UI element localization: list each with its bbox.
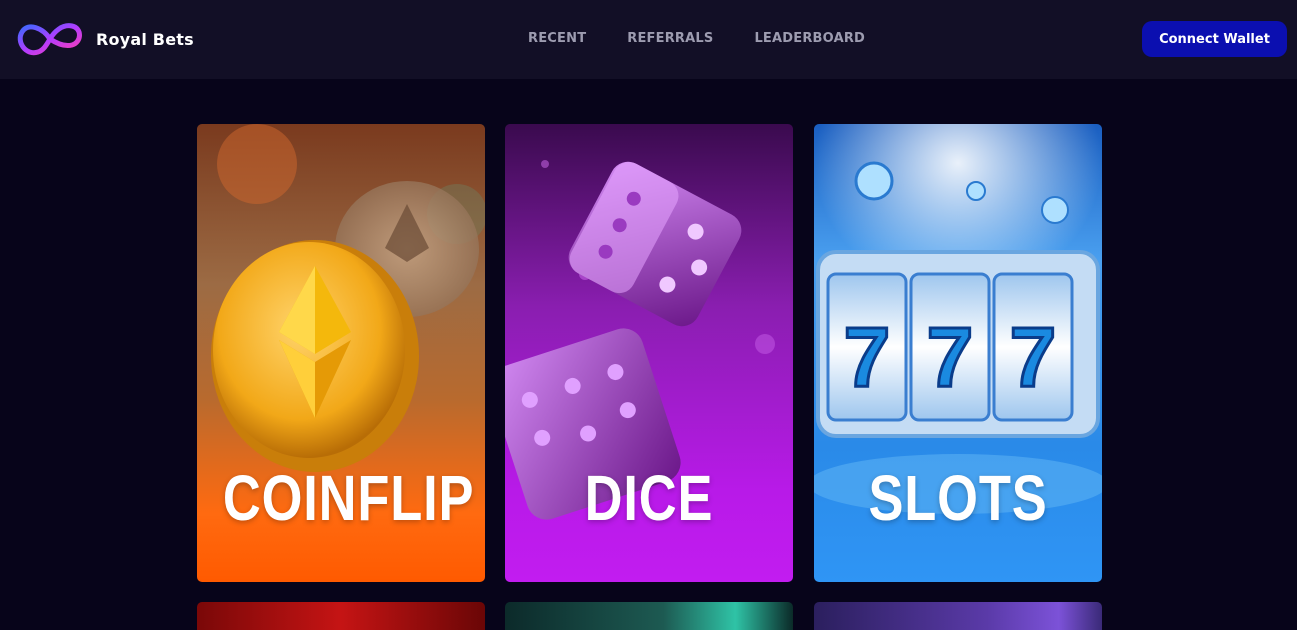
infinity-logo-icon xyxy=(17,23,82,56)
nav-link-leaderboard[interactable]: LEADERBOARD xyxy=(754,31,865,46)
game-card-row2-1[interactable] xyxy=(197,602,485,630)
game-card-row2-3[interactable] xyxy=(814,602,1102,630)
game-card-row2-2[interactable] xyxy=(505,602,793,630)
nav-link-recent[interactable]: RECENT xyxy=(528,31,586,46)
card-title-coinflip: COINFLIP xyxy=(222,462,475,534)
svg-text:7: 7 xyxy=(1010,310,1057,404)
nav-link-referrals[interactable]: REFERRALS xyxy=(627,31,713,46)
top-navigation-bar: Royal Bets RECENT REFERRALS LEADERBOARD … xyxy=(0,0,1297,79)
game-card-slots[interactable]: 7 7 7 SLOTS xyxy=(814,124,1102,582)
main-nav: RECENT REFERRALS LEADERBOARD xyxy=(528,31,906,46)
card-title-slots: SLOTS xyxy=(868,462,1048,534)
svg-text:7: 7 xyxy=(844,310,891,404)
card-title-dice: DICE xyxy=(584,462,714,534)
brand[interactable]: Royal Bets xyxy=(16,16,194,62)
connect-wallet-button[interactable]: Connect Wallet xyxy=(1142,21,1287,57)
game-card-dice[interactable]: DICE xyxy=(505,124,793,582)
svg-text:7: 7 xyxy=(927,310,974,404)
game-card-coinflip[interactable]: COINFLIP xyxy=(197,124,485,582)
brand-name: Royal Bets xyxy=(96,29,194,49)
